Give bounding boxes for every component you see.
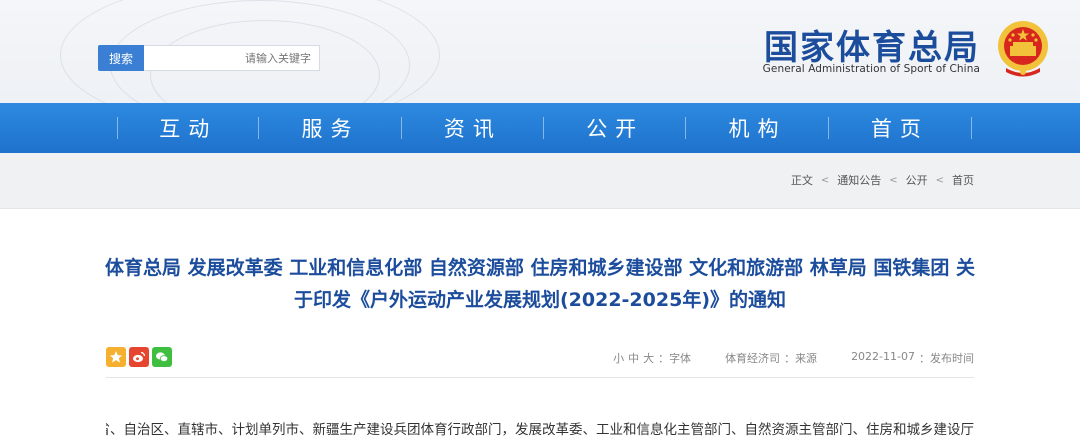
article-source: 来源： 体育经济司: [725, 350, 817, 366]
source-label: 来源：: [784, 352, 818, 365]
font-size-medium[interactable]: 中: [628, 350, 639, 366]
article-body-first-line: 各省、自治区、直辖市、计划单列市、新疆生产建设兵团体育行政部门，发展改革委、工业…: [106, 422, 974, 438]
article-title-line-1: 体育总局 发展改革委 工业和信息化部 自然资源部 住房和城乡建设部 文化和旅游部…: [105, 257, 975, 279]
publish-date-label: 发布时间：: [919, 352, 974, 365]
breadcrumb-bar: 首页 > 公开 > 通知公告 > 正文: [0, 153, 1080, 209]
site-title[interactable]: 国家体育总局: [764, 20, 980, 69]
breadcrumb-current: 正文: [790, 174, 813, 187]
nav-item-home[interactable]: 首页: [829, 103, 971, 153]
nav-item-organization[interactable]: 机构: [686, 103, 830, 153]
site-subtitle: General Administration of Sport of China: [762, 63, 980, 75]
breadcrumb-separator: >: [820, 174, 830, 186]
search-bar: 搜索: [98, 45, 320, 71]
search-button[interactable]: 搜索: [98, 45, 144, 71]
article-title-line-2: 于印发《户外运动产业发展规划(2022-2025年)》的通知: [293, 289, 787, 311]
nav-item-news[interactable]: 资讯: [402, 103, 545, 153]
national-emblem-icon[interactable]: [996, 18, 1050, 78]
article-meta: 发布时间： 2022-11-07 来源： 体育经济司 字体： 大 中 小: [106, 345, 974, 371]
qzone-share-icon[interactable]: [106, 347, 126, 367]
breadcrumb-home[interactable]: 首页: [952, 172, 974, 188]
breadcrumb-separator: >: [935, 174, 944, 186]
publish-date: 发布时间： 2022-11-07: [851, 350, 974, 366]
source-value: 体育经济司: [725, 352, 781, 365]
breadcrumb-separator: >: [889, 174, 898, 186]
font-size-label: 字体：: [658, 352, 692, 365]
share-icons: [106, 347, 172, 367]
search-input[interactable]: [144, 45, 320, 71]
breadcrumb-notices[interactable]: 通知公告: [837, 172, 881, 188]
breadcrumb-public[interactable]: 公开: [906, 172, 928, 188]
nav-item-interaction[interactable]: 互动: [117, 103, 260, 153]
font-size-large[interactable]: 大: [643, 350, 654, 366]
breadcrumb: 首页 > 公开 > 通知公告 > 正文: [791, 172, 974, 188]
meta-divider: [106, 377, 974, 378]
weibo-share-icon[interactable]: [129, 347, 149, 367]
article-title: 体育总局 发展改革委 工业和信息化部 自然资源部 住房和城乡建设部 文化和旅游部…: [100, 252, 980, 316]
font-size-small[interactable]: 小: [613, 350, 624, 366]
publish-date-value: 2022-11-07: [851, 350, 915, 363]
font-size-switcher: 字体： 大 中 小: [613, 350, 691, 366]
nav-divider: [117, 117, 118, 139]
nav-item-services[interactable]: 服务: [259, 103, 403, 153]
main-nav: 首页 机构 公开 资讯 服务 互动: [0, 103, 1080, 153]
site-header: 国家体育总局 General Administration of Sport o…: [0, 0, 1080, 103]
nav-divider: [971, 117, 972, 139]
wechat-share-icon[interactable]: [152, 347, 172, 367]
nav-item-public[interactable]: 公开: [544, 103, 687, 153]
